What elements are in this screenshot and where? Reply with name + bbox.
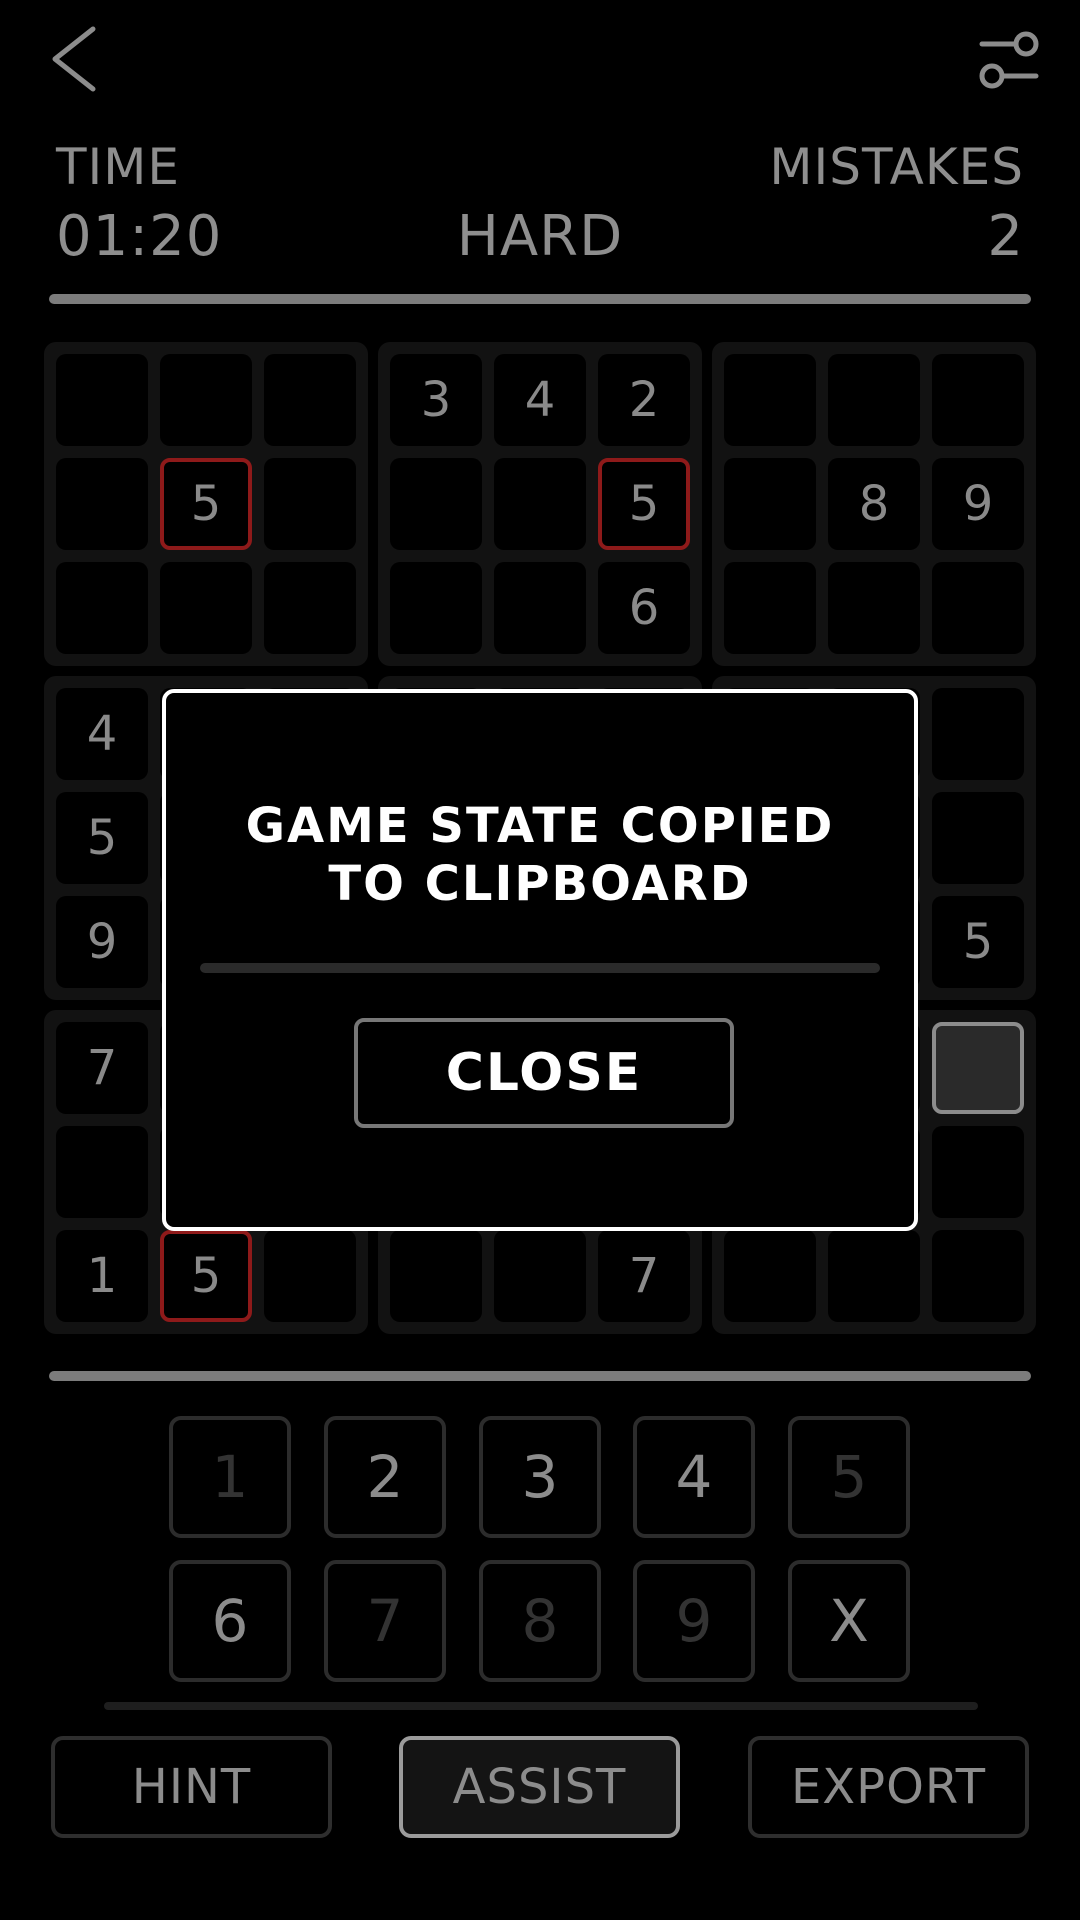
close-button[interactable]: CLOSE xyxy=(354,1018,734,1128)
board-cell[interactable] xyxy=(160,562,252,654)
sliders-icon xyxy=(979,31,1039,89)
board-cell[interactable] xyxy=(56,562,148,654)
board-cell[interactable]: 4 xyxy=(494,354,586,446)
board-cell[interactable] xyxy=(828,354,920,446)
board-cell[interactable] xyxy=(56,458,148,550)
board-cell[interactable] xyxy=(494,1230,586,1322)
mistakes-value: 2 xyxy=(987,204,1024,269)
number-key-1[interactable]: 1 xyxy=(169,1416,291,1538)
board-cell[interactable] xyxy=(932,354,1024,446)
board-cell[interactable]: 7 xyxy=(598,1230,690,1322)
board-cell[interactable] xyxy=(264,458,356,550)
number-key-7[interactable]: 7 xyxy=(324,1560,446,1682)
board-cell[interactable]: 5 xyxy=(598,458,690,550)
board-cell[interactable]: 5 xyxy=(56,792,148,884)
board-cell[interactable]: 7 xyxy=(56,1022,148,1114)
board-cell[interactable]: 9 xyxy=(56,896,148,988)
assist-button[interactable]: ASSIST xyxy=(399,1736,680,1838)
board-cell[interactable] xyxy=(932,562,1024,654)
board-cell[interactable]: 3 xyxy=(390,354,482,446)
board-cell[interactable] xyxy=(932,792,1024,884)
number-key-8[interactable]: 8 xyxy=(479,1560,601,1682)
board-cell[interactable]: 8 xyxy=(828,458,920,550)
bottom-divider xyxy=(49,1371,1031,1381)
mistakes-label: MISTAKES xyxy=(769,138,1024,196)
board-cell[interactable] xyxy=(390,562,482,654)
board-cell[interactable]: 5 xyxy=(932,896,1024,988)
chevron-left-icon xyxy=(52,26,96,92)
board-cell[interactable]: 5 xyxy=(160,1230,252,1322)
number-key-3[interactable]: 3 xyxy=(479,1416,601,1538)
board-cell[interactable] xyxy=(390,1230,482,1322)
board-cell[interactable] xyxy=(264,562,356,654)
board-cell[interactable] xyxy=(494,458,586,550)
board-cell[interactable] xyxy=(264,1230,356,1322)
board-cell[interactable] xyxy=(724,354,816,446)
erase-key[interactable]: X xyxy=(788,1560,910,1682)
board-cell[interactable]: 2 xyxy=(598,354,690,446)
board-cell[interactable] xyxy=(56,1126,148,1218)
export-button[interactable]: EXPORT xyxy=(748,1736,1029,1838)
dialog-divider xyxy=(200,963,880,973)
board-cell[interactable] xyxy=(932,1022,1024,1114)
pad-divider xyxy=(104,1702,978,1710)
board-cell[interactable] xyxy=(932,688,1024,780)
board-cell[interactable] xyxy=(56,354,148,446)
number-key-6[interactable]: 6 xyxy=(169,1560,291,1682)
hint-button[interactable]: HINT xyxy=(51,1736,332,1838)
board-cell[interactable] xyxy=(494,562,586,654)
board-cell[interactable]: 9 xyxy=(932,458,1024,550)
difficulty-label: HARD xyxy=(456,204,624,269)
board-cell[interactable] xyxy=(828,1230,920,1322)
board-cell[interactable] xyxy=(828,562,920,654)
time-label: TIME xyxy=(56,138,181,196)
clipboard-dialog: GAME STATE COPIED TO CLIPBOARD CLOSE xyxy=(162,689,918,1231)
board-cell[interactable] xyxy=(264,354,356,446)
settings-button[interactable] xyxy=(964,14,1054,104)
board-cell[interactable] xyxy=(932,1126,1024,1218)
number-key-5[interactable]: 5 xyxy=(788,1416,910,1538)
board-cell[interactable] xyxy=(724,458,816,550)
number-key-2[interactable]: 2 xyxy=(324,1416,446,1538)
number-key-4[interactable]: 4 xyxy=(633,1416,755,1538)
board-cell[interactable] xyxy=(724,1230,816,1322)
back-button[interactable] xyxy=(30,14,120,104)
board-cell[interactable] xyxy=(160,354,252,446)
board-cell[interactable]: 4 xyxy=(56,688,148,780)
board-cell[interactable]: 6 xyxy=(598,562,690,654)
board-cell[interactable] xyxy=(390,458,482,550)
number-key-9[interactable]: 9 xyxy=(633,1560,755,1682)
dialog-message: GAME STATE COPIED TO CLIPBOARD xyxy=(245,798,835,912)
board-cell[interactable]: 1 xyxy=(56,1230,148,1322)
top-divider xyxy=(49,294,1031,304)
board-cell[interactable]: 5 xyxy=(160,458,252,550)
board-cell[interactable] xyxy=(932,1230,1024,1322)
board-cell[interactable] xyxy=(724,562,816,654)
